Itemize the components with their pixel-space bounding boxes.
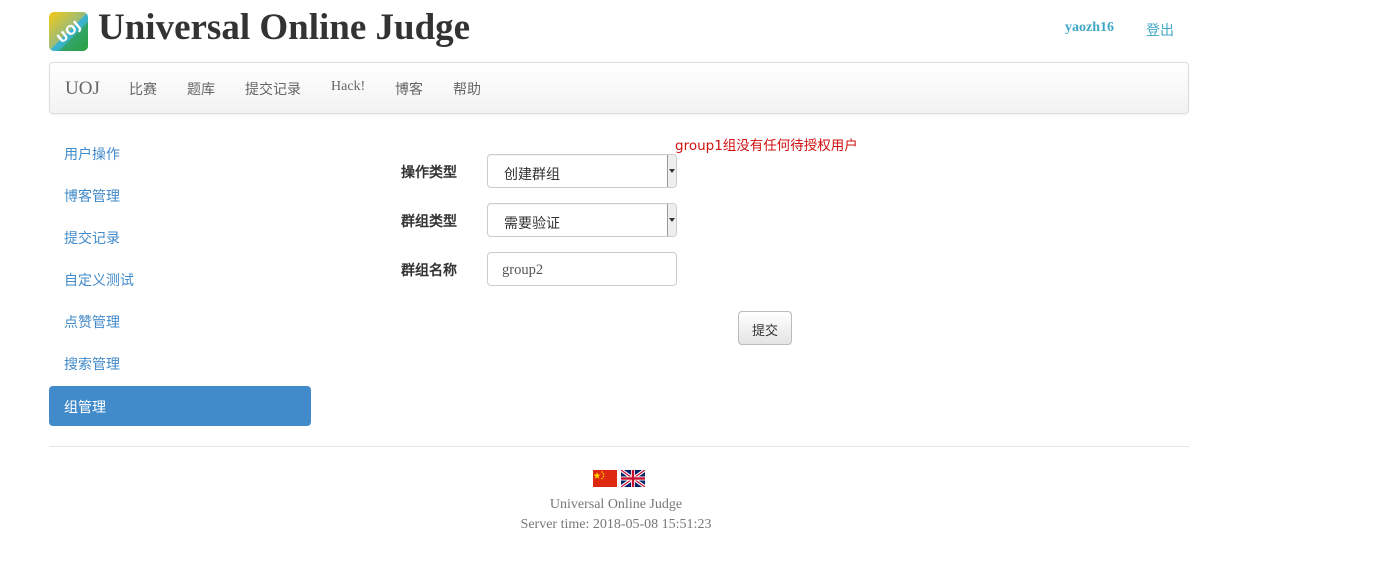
- dropdown-arrow-icon: [667, 155, 676, 187]
- sidebar-item-user-ops[interactable]: 用户操作: [49, 133, 311, 173]
- operation-type-select[interactable]: 创建群组: [487, 154, 677, 188]
- nav-item-problems[interactable]: 题库: [187, 79, 215, 99]
- username-link[interactable]: yaozh16: [1065, 20, 1114, 36]
- nav-item-hacks[interactable]: Hack!: [331, 79, 365, 95]
- logout-link[interactable]: 登出: [1146, 20, 1174, 40]
- submit-button[interactable]: 提交: [738, 311, 792, 345]
- footer-server-time: Server time: 2018-05-08 15:51:23: [520, 517, 712, 532]
- sidebar-item-blog-admin[interactable]: 博客管理: [49, 175, 311, 215]
- operation-type-label: 操作类型: [401, 165, 457, 181]
- group-name-field[interactable]: [487, 252, 677, 286]
- nav-item-help[interactable]: 帮助: [453, 79, 481, 99]
- sidebar-item-label: 搜索管理: [64, 357, 120, 373]
- footer-divider: [49, 446, 1189, 447]
- sidebar-item-submissions[interactable]: 提交记录: [49, 217, 311, 257]
- group-type-label: 群组类型: [401, 214, 457, 230]
- nav-item-contests[interactable]: 比赛: [129, 79, 157, 99]
- main-navbar: UOJ 比赛 题库 提交记录 Hack! 博客 帮助: [49, 62, 1189, 114]
- sidebar-item-likes-admin[interactable]: 点赞管理: [49, 301, 311, 341]
- sidebar-item-label: 自定义测试: [64, 273, 134, 289]
- sidebar-item-label: 点赞管理: [64, 315, 120, 331]
- sidebar-item-label: 组管理: [64, 400, 106, 416]
- operation-type-value: 创建群组: [504, 167, 560, 183]
- group-type-value: 需要验证: [504, 216, 560, 232]
- group-type-select[interactable]: 需要验证: [487, 203, 677, 237]
- group-name-label: 群组名称: [401, 263, 457, 279]
- nav-brand[interactable]: UOJ: [65, 78, 100, 100]
- sidebar-item-label: 用户操作: [64, 147, 120, 163]
- sidebar-item-custom-test[interactable]: 自定义测试: [49, 259, 311, 299]
- sidebar-item-label: 提交记录: [64, 231, 120, 247]
- sidebar-item-search-admin[interactable]: 搜索管理: [49, 343, 311, 383]
- uoj-logo-icon[interactable]: UOJ: [49, 12, 88, 51]
- nav-item-blogs[interactable]: 博客: [395, 79, 423, 99]
- site-title[interactable]: Universal Online Judge: [98, 6, 470, 49]
- uk-flag-icon[interactable]: [620, 468, 646, 489]
- sidebar-item-label: 博客管理: [64, 189, 120, 205]
- sidebar-item-group-admin[interactable]: 组管理: [49, 386, 311, 426]
- nav-item-submissions[interactable]: 提交记录: [245, 79, 301, 99]
- warning-message: group1组没有任何待授权用户: [675, 138, 858, 154]
- group-name-input[interactable]: [500, 259, 674, 281]
- china-flag-icon[interactable]: [593, 470, 617, 487]
- submit-button-label: 提交: [752, 324, 779, 339]
- dropdown-arrow-icon: [667, 204, 676, 236]
- footer-site-name: Universal Online Judge: [549, 497, 683, 512]
